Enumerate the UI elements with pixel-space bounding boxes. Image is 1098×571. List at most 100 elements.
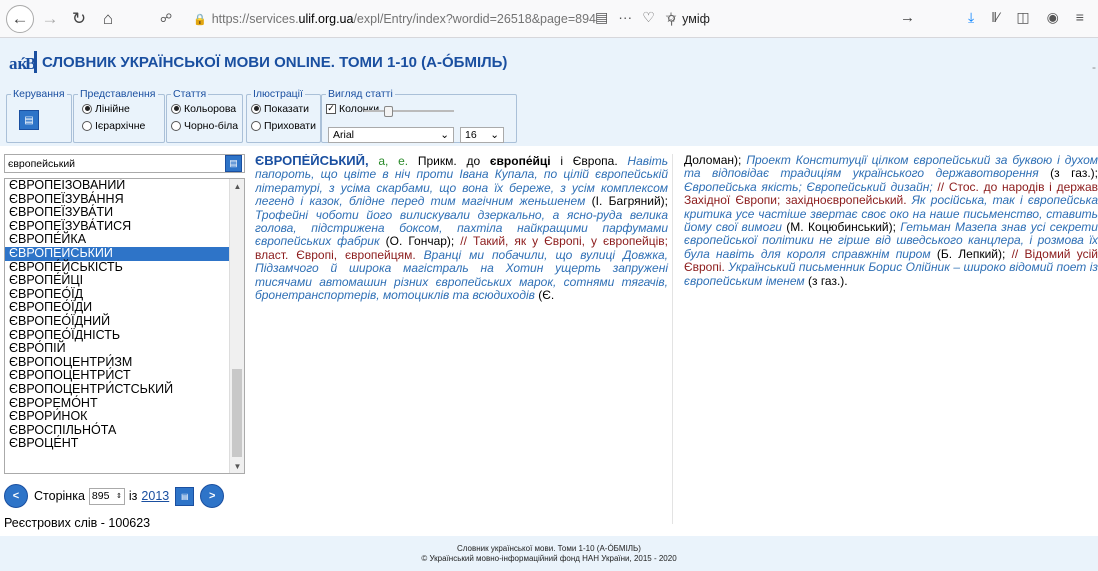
article-bw-radio[interactable]	[171, 120, 181, 131]
article-plain-text: Доломан);	[684, 154, 747, 167]
list-item[interactable]: ЄВРОПОЦЕНТРИ́СТСЬКИЙ	[5, 382, 244, 397]
header-dash: -	[1092, 60, 1096, 74]
stepper-icon[interactable]: ⇕	[116, 492, 122, 500]
article-column-1: ЄВРОПЕ́ЙСЬКИЙ, а, е. Прикм. до європе́йц…	[255, 154, 673, 524]
word-search-button[interactable]: ▤	[225, 155, 242, 172]
home-icon[interactable]: ⌂	[95, 6, 121, 32]
main-content: європейський ▤ ЄВРОПЕІЗОВАНИЙ ЄВРОПЕЇЗУВА…	[0, 146, 1098, 536]
sidebar-icon[interactable]: ◫	[1016, 9, 1029, 26]
browser-toolbar: ← → ↻ ⌂ ☍ 🔒 https://services. ulif.org.ua…	[0, 0, 1098, 38]
library-icon[interactable]: ‖⁄	[991, 9, 999, 26]
view-hierarchical-radio[interactable]	[82, 120, 92, 131]
view-hierarchical-label: Ієрархічне	[95, 119, 146, 132]
view-linear-option[interactable]: Лінійне	[82, 100, 160, 117]
page-number-value: 895	[91, 490, 110, 502]
control-group: Керування ▤	[6, 88, 72, 143]
font-size-select[interactable]: 16 ⌄	[460, 127, 504, 143]
article-color-option[interactable]: Кольорова	[171, 100, 238, 117]
forward-icon[interactable]: →	[37, 6, 63, 32]
control-button[interactable]: ▤	[19, 110, 39, 130]
list-item[interactable]: ЄВРОРИ́НОК	[5, 409, 244, 424]
article-plain-text: (з газ.);	[1038, 166, 1098, 181]
scrollbar[interactable]: ▲ ▼	[229, 179, 244, 473]
article-style-group: Стаття Кольорова Чорно-біла	[166, 88, 244, 143]
book-icon: ▤	[229, 158, 238, 168]
list-item[interactable]: ЄВРОПЕО́ЇДНИЙ	[5, 314, 244, 329]
pocket-icon[interactable]: ♡	[642, 9, 655, 26]
list-item[interactable]: ЄВРОПОЦЕНТРИ́СТ	[5, 369, 244, 383]
illus-show-label: Показати	[264, 102, 310, 115]
illus-hide-radio[interactable]	[251, 120, 261, 131]
columns-slider[interactable]	[364, 106, 454, 117]
list-item[interactable]: ЄВРОПЕ́ЙЦІ	[5, 274, 244, 288]
slider-track	[364, 110, 454, 112]
list-item[interactable]: ЄВРОЦЕ́НТ	[5, 437, 244, 451]
account-icon[interactable]: ◉	[1047, 9, 1059, 26]
url-bar[interactable]: 🔒 https://services. ulif.org.ua/expl/Entr…	[193, 5, 658, 33]
list-item[interactable]: ЄВРОПЕ́ЙКА	[5, 233, 244, 247]
logo-icon[interactable]: аќ B	[8, 47, 38, 77]
article-legend: Стаття	[173, 88, 207, 100]
article-plain-text: (Є.	[534, 288, 555, 303]
list-item[interactable]: ЄВРОПЕЇЗУВА́ТИ	[5, 206, 244, 220]
footer: Словник української мови. Томи 1-10 (А-Ó…	[0, 536, 1098, 571]
list-item[interactable]: ЄВРО́ПІЙ	[5, 342, 244, 356]
view-hierarchical-option[interactable]: Ієрархічне	[82, 117, 160, 134]
article-bw-option[interactable]: Чорно-біла	[171, 117, 238, 134]
font-value: Arial	[333, 129, 355, 141]
pager: < Сторінка 895 ⇕ із 2013 ▤ >	[4, 483, 225, 509]
appearance-legend: Вигляд статті	[328, 88, 393, 100]
article-gram-text: а, е.	[368, 154, 409, 168]
article-plain-text: (О. Гончар);	[379, 234, 461, 249]
reload-icon[interactable]: ↻	[66, 6, 92, 32]
footer-copyright: © Український мовно-інформаційний фонд Н…	[421, 554, 677, 563]
article-color-radio[interactable]	[171, 103, 181, 114]
chevron-down-icon: ⌄	[440, 129, 449, 141]
go-page-button[interactable]: ▤	[175, 486, 195, 506]
page-number-input[interactable]: 895 ⇕	[88, 487, 125, 505]
columns-option[interactable]: ✓ Колонки	[326, 100, 512, 117]
view-legend: Представлення	[80, 88, 156, 100]
word-list[interactable]: ЄВРОПЕІЗОВАНИЙ ЄВРОПЕЇЗУВА́ННЯ ЄВРОПЕЇЗУВА…	[4, 178, 245, 474]
word-search-input[interactable]: європейський ▤	[4, 154, 245, 173]
total-pages-link[interactable]: 2013	[141, 489, 169, 503]
back-icon[interactable]: ←	[6, 4, 34, 33]
menu-icon[interactable]: ≡	[1076, 9, 1084, 26]
illustrations-group: Ілюстрації Показати Приховати	[246, 88, 321, 143]
slider-thumb[interactable]	[384, 106, 394, 117]
controls-panel: Керування ▤ Представлення Лінійне Ієрарх…	[0, 86, 1098, 146]
download-icon[interactable]: ⤓	[968, 9, 974, 26]
illus-legend: Ілюстрації	[253, 88, 303, 100]
list-item[interactable]: ЄВРОПЕ́ЙСЬКИЙ	[5, 246, 244, 261]
search-bar[interactable]: ⚲ уміф	[667, 5, 922, 33]
reader-icon[interactable]: ▤	[595, 9, 608, 26]
prev-page-button[interactable]: <	[4, 484, 28, 508]
illus-hide-option[interactable]: Приховати	[251, 117, 316, 134]
next-page-button[interactable]: >	[200, 484, 225, 508]
font-select[interactable]: Arial ⌄	[328, 127, 454, 143]
article-color-label: Кольорова	[184, 102, 237, 115]
scroll-down-icon[interactable]: ▼	[230, 459, 244, 473]
page-label: Сторінка	[34, 489, 85, 503]
list-item[interactable]: ЄВРОПЕІЗОВАНИЙ	[5, 179, 244, 193]
illus-show-option[interactable]: Показати	[251, 100, 316, 117]
article-crossref-text[interactable]: європе́йці	[490, 154, 551, 168]
article-plain-text: Прикм. до	[408, 154, 490, 168]
article-plain-text: (М. Коцюбинський);	[781, 220, 901, 235]
shield-icon[interactable]: ☍	[160, 11, 172, 25]
scroll-thumb[interactable]	[232, 369, 242, 457]
registry-count: Реєстрових слів - 100623	[4, 516, 151, 530]
article-cite-text: Європейська якість; Європейський дизайн;	[684, 179, 933, 194]
illus-show-radio[interactable]	[251, 103, 261, 114]
article-cite-text: Український письменник Борис Олійник – ш…	[684, 260, 1098, 288]
word-search-value: європейський	[8, 157, 76, 170]
arrow-right-icon[interactable]: →	[900, 9, 915, 26]
scroll-up-icon[interactable]: ▲	[230, 179, 244, 193]
chevron-down-icon: ⌄	[490, 129, 499, 141]
list-item[interactable]: ЄВРОПЕО́ЇДИ	[5, 301, 244, 315]
view-linear-radio[interactable]	[82, 103, 92, 114]
columns-checkbox[interactable]: ✓	[326, 103, 336, 114]
more-icon[interactable]: ···	[618, 9, 632, 26]
lock-icon: 🔒	[193, 13, 207, 26]
appearance-group: Вигляд статті ✓ Колонки Arial ⌄ 16 ⌄	[321, 88, 517, 143]
